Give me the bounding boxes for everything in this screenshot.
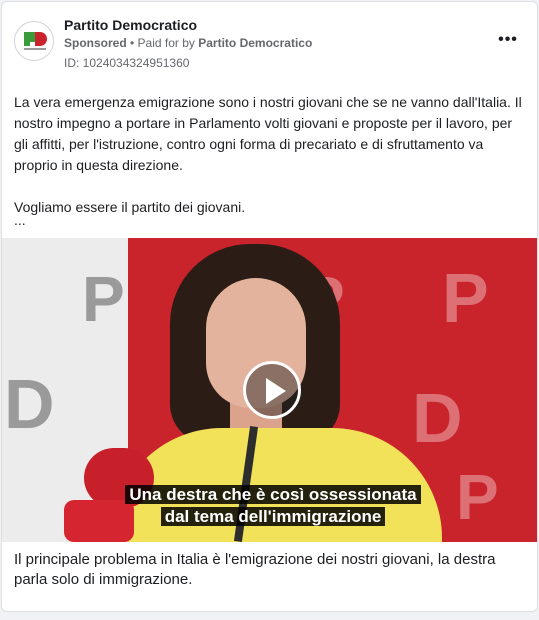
ad-header: Partito Democratico Sponsored • Paid for… [2, 2, 537, 82]
pd-logo-icon [24, 32, 47, 50]
video-subtitle: Una destra che è così ossessionata dal t… [114, 484, 432, 528]
backdrop-logo: P [456, 461, 499, 533]
backdrop-logo: D [412, 379, 463, 457]
backdrop-logo: P [442, 259, 489, 337]
ad-id: ID: 1024034324951360 [64, 56, 190, 70]
body-paragraph: Vogliamo essere il partito dei giovani. [14, 199, 246, 215]
subtitle-line: dal tema dell'immigrazione [160, 507, 386, 526]
backdrop-logo: P [82, 263, 125, 335]
paid-for-by[interactable]: Partito Democratico [198, 36, 312, 50]
see-more-ellipsis[interactable]: ... [14, 212, 26, 228]
video-caption: Il principale problema in Italia è l'emi… [14, 551, 496, 588]
sponsored-label: Sponsored [64, 36, 127, 50]
backdrop-logo: D [4, 365, 55, 443]
more-options-icon[interactable]: ••• [494, 30, 522, 54]
sponsored-line: Sponsored • Paid for by Partito Democrat… [64, 36, 312, 50]
play-triangle [266, 378, 286, 404]
ad-card: Partito Democratico Sponsored • Paid for… [1, 1, 538, 612]
ad-body-text: La vera emergenza emigrazione sono i nos… [14, 92, 526, 218]
paid-for-prefix: Paid for by [137, 36, 199, 50]
separator: • [126, 36, 138, 50]
subtitle-line: Una destra che è così ossessionata [125, 485, 421, 504]
body-paragraph: La vera emergenza emigrazione sono i nos… [14, 94, 522, 173]
page-name[interactable]: Partito Democratico [64, 17, 197, 33]
avatar[interactable] [14, 21, 54, 61]
play-icon[interactable] [243, 361, 301, 419]
video-player[interactable]: P D P P D P Una destra che è così ossess… [2, 238, 537, 542]
